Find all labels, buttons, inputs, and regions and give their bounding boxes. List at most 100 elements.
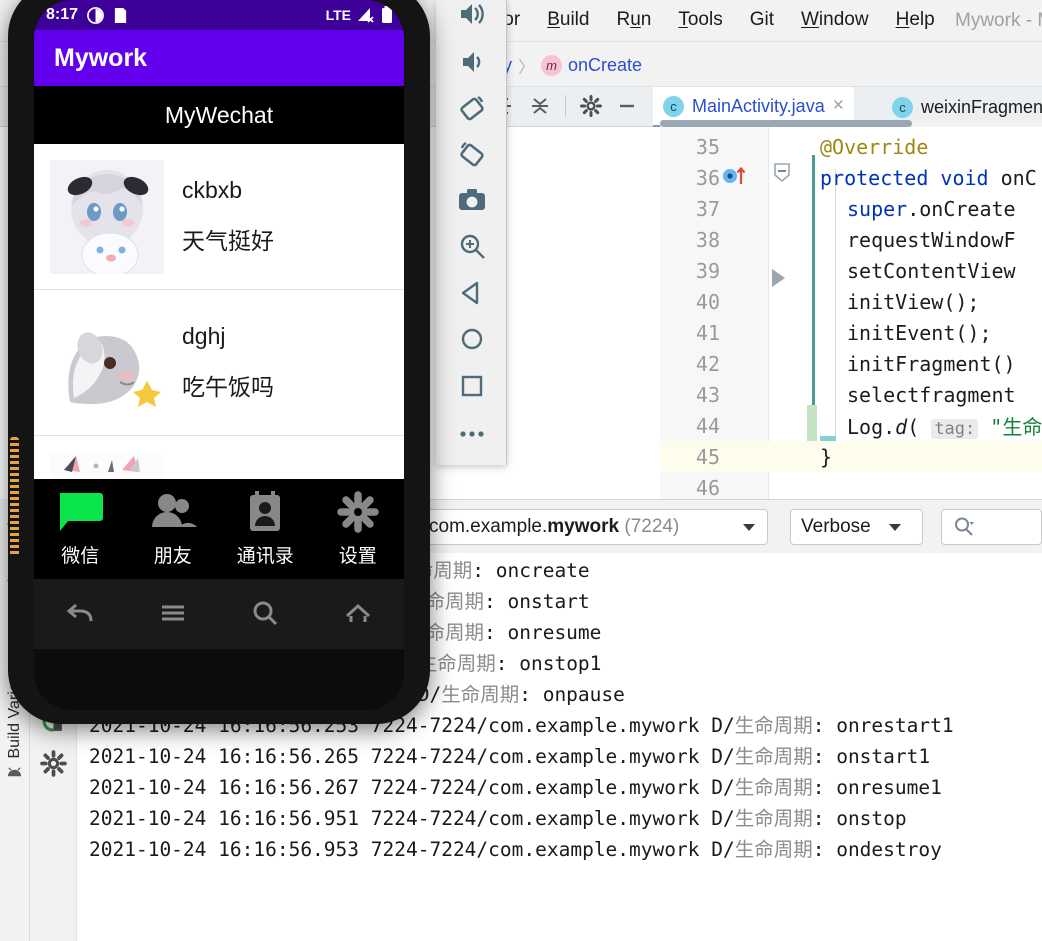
chevron-down-icon bbox=[743, 524, 755, 531]
tab-label: 设置 bbox=[338, 545, 377, 567]
line-number: 41 bbox=[695, 320, 720, 345]
menu-item-build[interactable]: Build bbox=[547, 9, 589, 31]
code-text: Log.d( tag: "生命 bbox=[847, 415, 1042, 439]
chat-message: 吃午饭吗 bbox=[182, 374, 274, 400]
code-line[interactable]: 37 super.onCreate bbox=[660, 193, 1042, 224]
settings-icon[interactable] bbox=[40, 750, 67, 777]
clock-icon bbox=[87, 6, 104, 24]
tab-tongxunlu[interactable]: 通讯录 bbox=[219, 479, 312, 579]
back-icon[interactable] bbox=[65, 599, 95, 629]
tab-shezhi[interactable]: 设置 bbox=[312, 479, 405, 579]
menu-item-run[interactable]: Run bbox=[616, 9, 651, 31]
emulator-screen[interactable]: 8:17 LTE Mywork MyWechat ckbxb 天气挺好 dghj… bbox=[34, 0, 404, 710]
volume-down-icon[interactable] bbox=[454, 44, 490, 80]
gear-icon bbox=[337, 490, 379, 533]
log-row[interactable]: 2021-10-24 16:16:56.265 7224-7224/com.ex… bbox=[89, 741, 930, 772]
line-number: 42 bbox=[695, 351, 720, 376]
line-number: 46 bbox=[695, 475, 720, 500]
list-item-text: dghj 吃午饭吗 bbox=[182, 323, 274, 402]
code-line[interactable]: 41 initEvent(); bbox=[660, 317, 1042, 348]
code-line[interactable]: 42 initFragment() bbox=[660, 348, 1042, 379]
tab-pengyou[interactable]: 朋友 bbox=[127, 479, 220, 579]
editor-horizontal-scrollbar[interactable] bbox=[660, 120, 1042, 127]
tab-label: weixinFragmen bbox=[921, 96, 1042, 117]
signal-off-icon bbox=[358, 8, 374, 23]
method-icon: m bbox=[541, 55, 563, 76]
code-text: initView(); bbox=[847, 289, 980, 314]
code-line[interactable]: 35 @Override bbox=[660, 131, 1042, 162]
log-level-label: Verbose bbox=[801, 516, 871, 537]
line-number: 36 bbox=[695, 165, 720, 190]
tab-weixin[interactable]: 微信 bbox=[34, 479, 127, 579]
code-editor[interactable]: 35 @Override 36 protected void onC 37 super.o… bbox=[660, 127, 1042, 499]
status-bar-left: 8:17 bbox=[46, 6, 128, 24]
breadcrumb: ty 〉 m onCreate bbox=[498, 53, 642, 78]
rotate-left-icon[interactable] bbox=[454, 90, 490, 126]
chat-bubble-icon bbox=[60, 492, 104, 531]
menu-icon[interactable] bbox=[158, 599, 188, 629]
code-line[interactable]: 40 initView(); bbox=[660, 286, 1042, 317]
gear-icon[interactable] bbox=[580, 95, 602, 117]
code-line[interactable]: 45} bbox=[660, 441, 1042, 472]
process-selector[interactable]: com.example.mywork (7224) bbox=[418, 509, 768, 545]
system-navigation-bar[interactable] bbox=[34, 579, 404, 649]
code-line[interactable]: 39 setContentView bbox=[660, 255, 1042, 286]
volume-up-icon[interactable] bbox=[454, 0, 490, 32]
more-icon[interactable] bbox=[454, 416, 490, 452]
search-icon bbox=[955, 517, 974, 536]
list-item[interactable] bbox=[34, 436, 404, 479]
android-emulator-device: 8:17 LTE Mywork MyWechat ckbxb 天气挺好 dghj… bbox=[8, 0, 430, 724]
camera-icon[interactable] bbox=[454, 182, 490, 218]
zoom-icon[interactable] bbox=[454, 229, 490, 265]
window-title: Mywork - M bbox=[955, 10, 1042, 31]
home-icon[interactable] bbox=[343, 599, 373, 629]
code-line[interactable]: 36 protected void onC bbox=[660, 162, 1042, 193]
breadcrumb-method[interactable]: onCreate bbox=[568, 55, 642, 76]
close-icon[interactable]: × bbox=[833, 95, 844, 117]
chat-list[interactable]: ckbxb 天气挺好 dghj 吃午饭吗 bbox=[34, 144, 404, 479]
bottom-tab-bar[interactable]: 微信 朋友 通讯录 设置 bbox=[34, 479, 404, 579]
code-text: super.onCreate bbox=[847, 196, 1016, 221]
line-number: 38 bbox=[695, 227, 720, 252]
code-line[interactable]: 44 Log.d( tag: "生命 bbox=[660, 410, 1042, 441]
rotate-right-icon[interactable] bbox=[454, 136, 490, 172]
list-item[interactable]: dghj 吃午饭吗 bbox=[34, 290, 404, 436]
menu-item-window[interactable]: Window bbox=[801, 9, 869, 31]
logcat-search-input[interactable] bbox=[941, 509, 1042, 545]
log-row[interactable]: 2021-10-24 16:16:56.953 7224-7224/com.ex… bbox=[89, 834, 942, 865]
code-line[interactable]: 43 selectfragment bbox=[660, 379, 1042, 410]
code-text: } bbox=[820, 444, 833, 469]
menu-item-git[interactable]: Git bbox=[750, 9, 774, 31]
search-icon[interactable] bbox=[250, 599, 280, 629]
collapse-icon[interactable] bbox=[529, 95, 551, 117]
screen-title: MyWechat bbox=[34, 86, 404, 144]
code-line[interactable]: 46 bbox=[660, 472, 1042, 500]
list-item-text: ckbxb 天气挺好 bbox=[182, 177, 274, 256]
line-number: 37 bbox=[695, 196, 720, 221]
avatar bbox=[50, 451, 164, 479]
list-item[interactable]: ckbxb 天气挺好 bbox=[34, 144, 404, 290]
line-number: 40 bbox=[695, 289, 720, 314]
emulator-side-toolbar bbox=[436, 0, 507, 465]
back-icon[interactable] bbox=[454, 275, 490, 311]
line-number: 44 bbox=[695, 413, 720, 438]
menu-item-tools[interactable]: Tools bbox=[678, 9, 722, 31]
contacts-icon bbox=[250, 490, 281, 531]
power-button[interactable] bbox=[10, 437, 19, 557]
device-chin bbox=[34, 649, 404, 710]
log-row[interactable]: 2021-10-24 16:16:56.951 7224-7224/com.ex… bbox=[89, 803, 907, 834]
menu-item-help[interactable]: Help bbox=[896, 9, 935, 31]
code-text: initFragment() bbox=[847, 351, 1016, 376]
overview-icon[interactable] bbox=[454, 368, 490, 404]
divider bbox=[565, 95, 566, 117]
minimize-icon[interactable] bbox=[616, 95, 638, 117]
home-icon[interactable] bbox=[454, 321, 490, 357]
code-text: selectfragment bbox=[847, 382, 1016, 407]
code-line[interactable]: 38 requestWindowF bbox=[660, 224, 1042, 255]
log-row[interactable]: 2021-10-24 16:16:56.267 7224-7224/com.ex… bbox=[89, 772, 942, 803]
android-icon bbox=[8, 767, 22, 777]
panel-tool-icons bbox=[497, 95, 638, 117]
scrollbar-thumb[interactable] bbox=[660, 120, 912, 127]
contact-name: ckbxb bbox=[182, 177, 243, 203]
log-level-selector[interactable]: Verbose bbox=[790, 509, 923, 545]
